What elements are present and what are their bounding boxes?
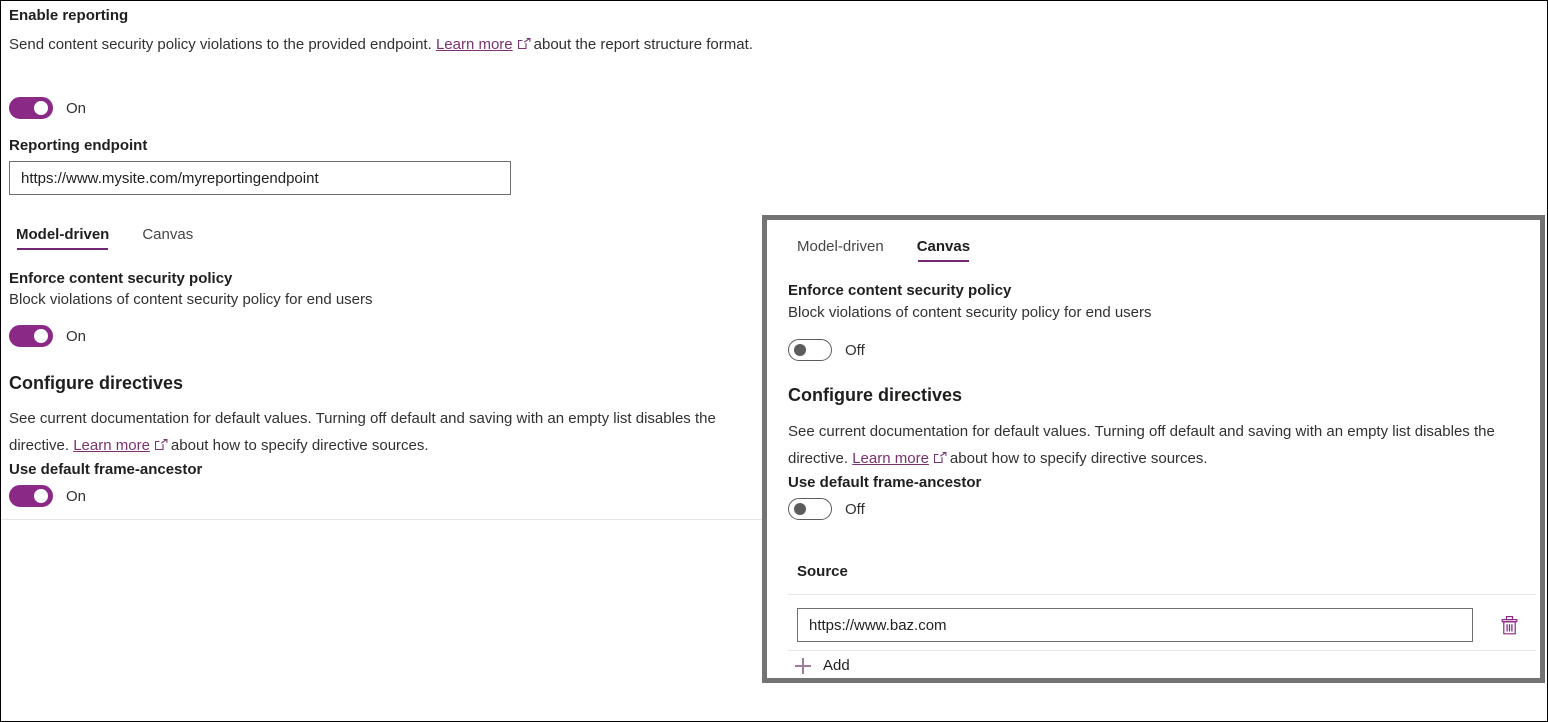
inset-enforce-policy-title: Enforce content security policy: [788, 281, 1011, 301]
inset-learn-more-link-directives[interactable]: Learn more: [852, 450, 929, 467]
frame-ancestor-toggle-state: On: [66, 488, 86, 505]
source-row: https://www.baz.com: [797, 608, 1537, 642]
enforce-policy-toggle[interactable]: [9, 325, 53, 347]
inset-tab-canvas-label: Canvas: [917, 238, 970, 255]
enable-reporting-toggle[interactable]: [9, 97, 53, 119]
inset-configure-directives-description-after: about how to specify directive sources.: [950, 450, 1208, 467]
inset-frame-ancestor-toggle-row[interactable]: Off: [788, 498, 865, 520]
tab-model-driven[interactable]: Model-driven: [16, 226, 109, 250]
reporting-endpoint-label: Reporting endpoint: [9, 136, 147, 156]
canvas-tab-callout-panel: Model-driven Canvas Enforce content secu…: [762, 215, 1545, 683]
learn-more-link-reporting[interactable]: Learn more: [436, 36, 513, 53]
tab-model-driven-label: Model-driven: [16, 226, 109, 243]
reporting-endpoint-input[interactable]: https://www.mysite.com/myreportingendpoi…: [9, 161, 511, 195]
configure-directives-description: See current documentation for default va…: [9, 405, 761, 459]
inset-app-type-tabs: Model-driven Canvas: [797, 238, 1003, 262]
enforce-policy-toggle-row[interactable]: On: [9, 325, 86, 347]
inset-enforce-policy-toggle-state: Off: [845, 342, 865, 359]
inset-frame-ancestor-toggle[interactable]: [788, 498, 832, 520]
external-link-icon: [518, 38, 531, 50]
enforce-policy-title: Enforce content security policy: [9, 269, 232, 289]
inset-enforce-policy-toggle[interactable]: [788, 339, 832, 361]
configure-directives-description-after: about how to specify directive sources.: [171, 437, 429, 454]
inset-tab-model-driven-label: Model-driven: [797, 238, 884, 255]
enable-reporting-toggle-state: On: [66, 100, 86, 117]
source-header-divider: [788, 594, 1536, 595]
frame-ancestor-toggle[interactable]: [9, 485, 53, 507]
enable-reporting-description: Send content security policy violations …: [9, 31, 769, 58]
external-link-icon: [155, 439, 168, 451]
source-input-value: https://www.baz.com: [809, 617, 947, 634]
tab-canvas-label: Canvas: [142, 226, 193, 243]
app-type-tabs: Model-driven Canvas: [16, 226, 226, 250]
external-link-icon: [934, 452, 947, 464]
source-column-header: Source: [797, 563, 848, 580]
enable-reporting-description-text-before: Send content security policy violations …: [9, 36, 432, 53]
enable-reporting-toggle-row[interactable]: On: [9, 97, 86, 119]
inset-configure-directives-description: See current documentation for default va…: [788, 418, 1536, 472]
inset-enforce-policy-description: Block violations of content security pol…: [788, 303, 1152, 323]
inset-enforce-policy-toggle-row[interactable]: Off: [788, 339, 865, 361]
source-input[interactable]: https://www.baz.com: [797, 608, 1473, 642]
inset-tab-model-driven[interactable]: Model-driven: [797, 238, 884, 262]
add-source-label: Add: [823, 657, 850, 674]
frame-ancestor-toggle-row[interactable]: On: [9, 485, 86, 507]
enforce-policy-description: Block violations of content security pol…: [9, 290, 373, 310]
reporting-endpoint-value: https://www.mysite.com/myreportingendpoi…: [21, 170, 319, 187]
learn-more-link-directives[interactable]: Learn more: [73, 437, 150, 454]
screenshot-root: Enable reporting Send content security p…: [0, 0, 1548, 722]
configure-directives-heading: Configure directives: [9, 371, 183, 395]
trash-icon[interactable]: [1495, 611, 1523, 639]
enforce-policy-toggle-state: On: [66, 328, 86, 345]
source-row-divider: [788, 650, 1536, 651]
tab-canvas[interactable]: Canvas: [142, 226, 193, 250]
inset-configure-directives-heading: Configure directives: [788, 383, 962, 407]
inset-frame-ancestor-toggle-state: Off: [845, 501, 865, 518]
enable-reporting-description-text-after: about the report structure format.: [534, 36, 753, 53]
plus-icon: [795, 658, 811, 674]
enable-reporting-title: Enable reporting: [9, 6, 128, 26]
frame-ancestor-label: Use default frame-ancestor: [9, 460, 202, 480]
inset-frame-ancestor-label: Use default frame-ancestor: [788, 473, 981, 493]
add-source-button[interactable]: Add: [795, 657, 850, 674]
inset-tab-canvas[interactable]: Canvas: [917, 238, 970, 262]
